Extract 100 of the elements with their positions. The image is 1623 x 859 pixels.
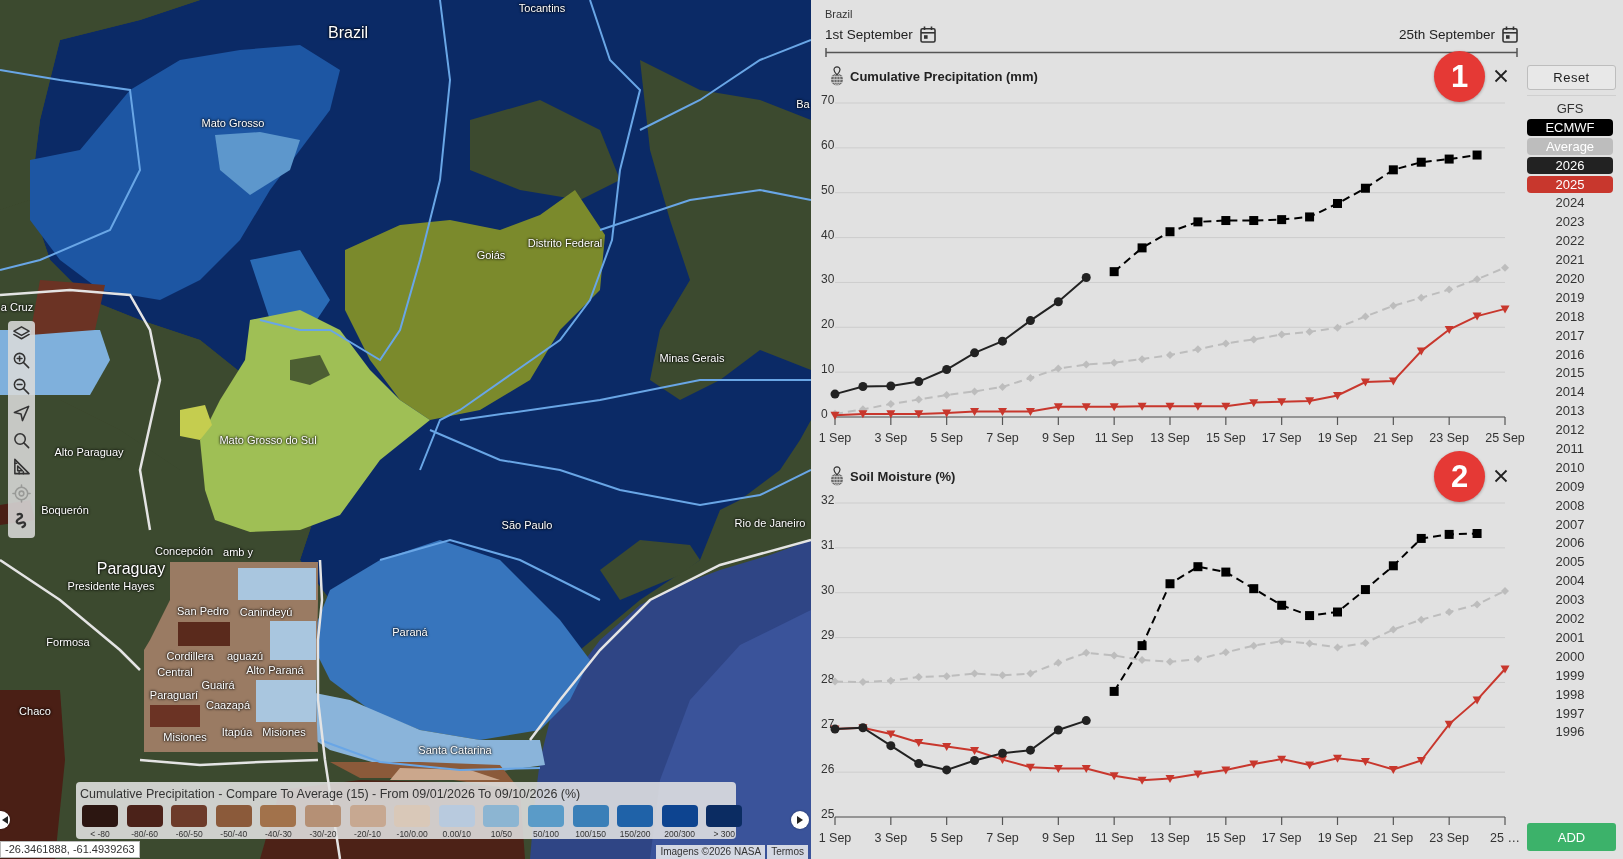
series-toggle[interactable]: 2005 [1527, 553, 1613, 571]
calendar-icon[interactable] [919, 25, 936, 43]
data-point [1193, 402, 1203, 411]
series-toggle[interactable]: ECMWF [1527, 118, 1613, 136]
data-point [914, 759, 924, 769]
data-point [1305, 397, 1315, 406]
data-point [1053, 297, 1063, 307]
data-point [1221, 648, 1230, 657]
reset-button[interactable]: Reset [1527, 65, 1616, 90]
series-toggle[interactable]: 2011 [1527, 440, 1613, 458]
navigation-arrow-icon[interactable] [12, 404, 31, 424]
map-label: Tocantins [518, 1, 566, 15]
data-point [1388, 165, 1398, 175]
data-point [1472, 696, 1482, 705]
series-toggle[interactable]: 2022 [1527, 232, 1613, 250]
series-toggle[interactable]: 2015 [1527, 364, 1613, 382]
data-point [886, 410, 896, 419]
data-point [1054, 364, 1063, 373]
data-point [1305, 327, 1314, 336]
data-point [1026, 373, 1035, 382]
data-point [970, 348, 980, 358]
series-toggle[interactable]: 2003 [1527, 591, 1613, 609]
axis-label: 29 [821, 627, 835, 642]
series-toggle[interactable]: 2024 [1527, 194, 1613, 212]
axis-label: 11 Sep [1094, 431, 1134, 445]
zoom-in-icon[interactable] [12, 350, 31, 370]
series-toggle[interactable]: 2010 [1527, 458, 1613, 476]
series-toggle[interactable]: 2008 [1527, 496, 1613, 514]
data-point [1360, 757, 1370, 766]
data-point [942, 672, 951, 681]
series-toggle[interactable]: 2009 [1527, 477, 1613, 495]
data-point [1109, 267, 1119, 277]
data-point [1417, 615, 1426, 624]
series-toggle[interactable]: 2004 [1527, 572, 1613, 590]
data-point [942, 765, 952, 775]
series-toggle[interactable]: 2000 [1527, 647, 1613, 665]
axis-label: 70 [821, 93, 835, 107]
data-point [1137, 402, 1147, 411]
series-toggle[interactable]: 2018 [1527, 307, 1613, 325]
series-toggle[interactable]: 1997 [1527, 704, 1613, 722]
axis-label: 3 Sep [874, 831, 908, 845]
series-toggle[interactable]: GFS [1527, 100, 1613, 117]
data-point [886, 381, 896, 391]
series-toggle[interactable]: 2002 [1527, 610, 1613, 628]
axis-label: 11 Sep [1094, 831, 1134, 845]
data-point [998, 336, 1007, 346]
series-toggle[interactable]: 2021 [1527, 251, 1613, 269]
search-icon[interactable] [12, 430, 31, 450]
series-toggle[interactable]: 2023 [1527, 213, 1613, 231]
series-toggle[interactable]: 2019 [1527, 288, 1613, 306]
series-toggle[interactable]: 2017 [1527, 326, 1613, 344]
series-toggle[interactable]: 1998 [1527, 685, 1613, 703]
series-toggle[interactable]: 2014 [1527, 383, 1613, 401]
data-point [1137, 641, 1147, 651]
axis-label: 9 Sep [1042, 431, 1075, 445]
calendar-icon[interactable] [1502, 25, 1518, 43]
axis-label: 23 Sep [1429, 431, 1469, 445]
series-toggle[interactable]: 1999 [1527, 666, 1613, 684]
map-label: Misiones [262, 725, 306, 739]
ruler-icon[interactable] [12, 457, 31, 477]
map-label: Guairá [201, 678, 235, 692]
data-point [1361, 638, 1370, 647]
series-toggle[interactable]: 2012 [1527, 421, 1613, 439]
data-point [1416, 757, 1426, 765]
data-point [858, 382, 868, 391]
date-range-track[interactable] [825, 48, 1518, 57]
map-label: Paraguay [96, 560, 166, 578]
series-toggle[interactable]: 2006 [1527, 534, 1613, 552]
series-toggle[interactable]: 2026 [1527, 156, 1613, 174]
data-point [1166, 351, 1174, 360]
series-toggle[interactable]: 2025 [1527, 175, 1613, 193]
terms-link[interactable]: Termos [767, 845, 808, 859]
number-badge: 2 [1434, 451, 1485, 502]
series-toggle[interactable]: 2007 [1527, 515, 1613, 533]
series-toggle[interactable]: 2020 [1527, 270, 1613, 287]
data-point [830, 389, 840, 399]
map-label: Distrito Federal [527, 236, 603, 250]
series-toggle[interactable]: 2016 [1527, 345, 1613, 363]
series-toggle[interactable]: 2001 [1527, 628, 1613, 646]
data-point [1193, 770, 1203, 779]
data-point [1360, 183, 1370, 193]
series-toggle[interactable]: 2013 [1527, 402, 1613, 420]
data-point [858, 410, 868, 419]
map-label: Central [157, 665, 193, 679]
data-point [886, 400, 895, 408]
side-arrow-button[interactable] [0, 811, 10, 829]
close-icon[interactable] [1494, 469, 1508, 483]
data-point [998, 671, 1007, 680]
data-point [1472, 529, 1482, 538]
data-point [1109, 686, 1119, 696]
axis-label: 10 [821, 362, 835, 377]
close-icon[interactable] [1494, 69, 1508, 83]
data-point [914, 739, 924, 748]
series-toggle[interactable]: 1996 [1527, 723, 1613, 741]
data-point [1053, 725, 1063, 735]
zoom-out-icon[interactable] [12, 377, 31, 397]
data-point [970, 408, 980, 417]
data-point [1500, 305, 1510, 314]
data-point [1417, 293, 1426, 302]
data-point [1277, 398, 1287, 407]
